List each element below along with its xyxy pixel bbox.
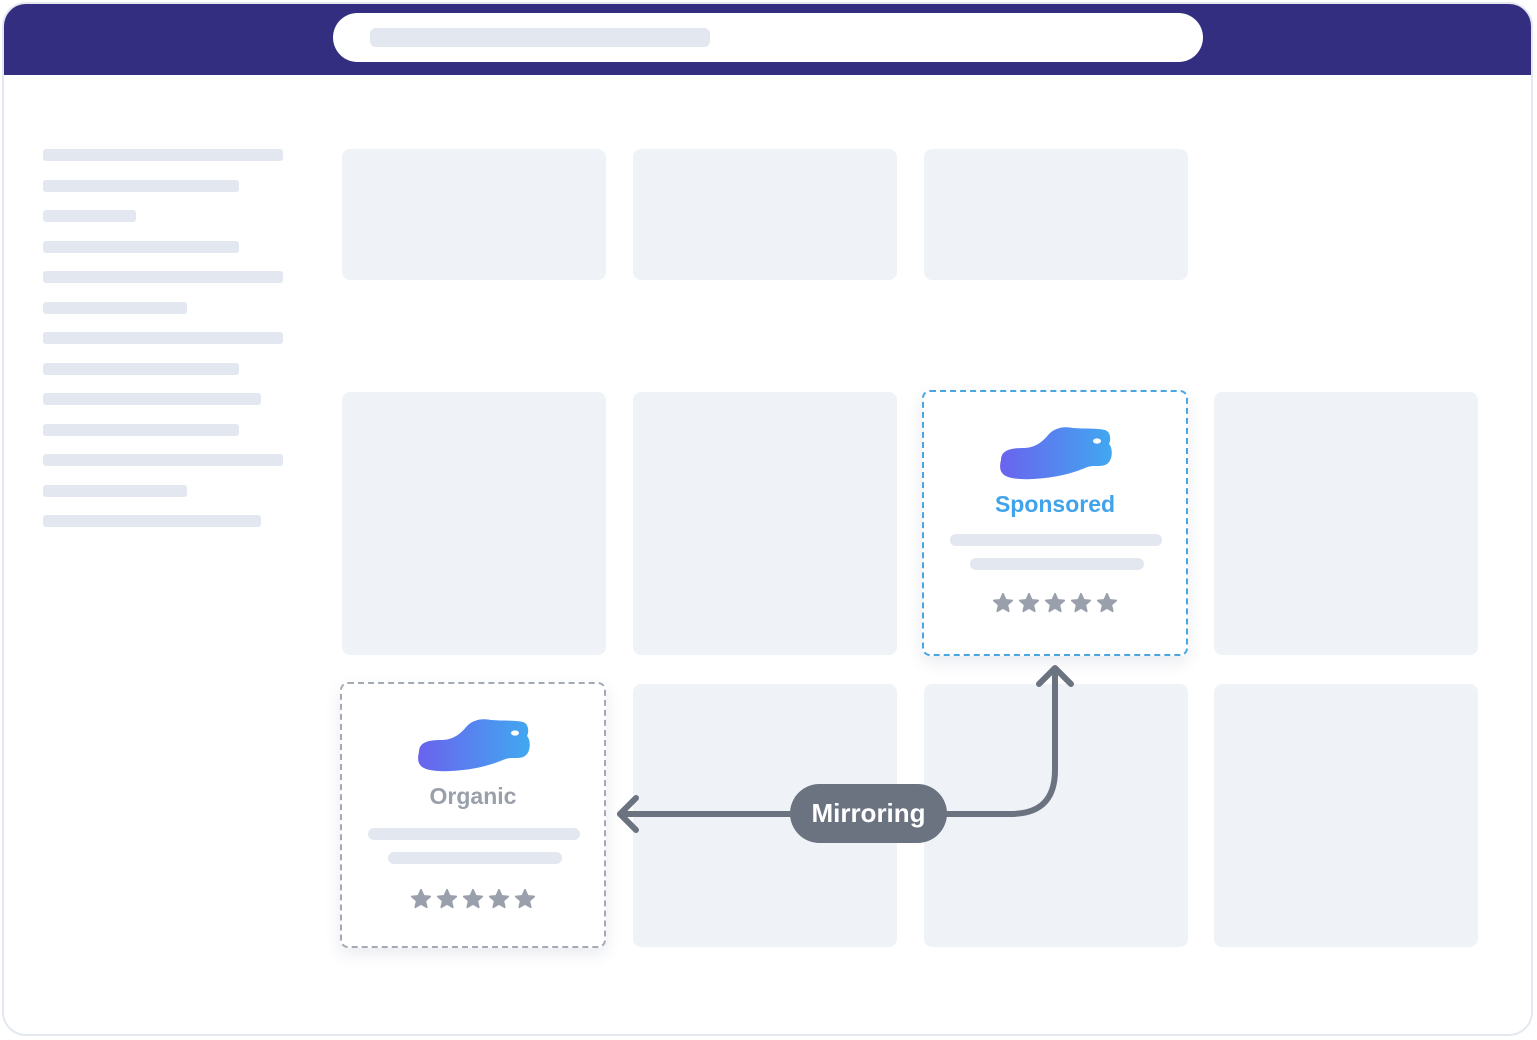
sidebar-item[interactable] [43,180,239,192]
mirroring-badge: Mirroring [790,784,947,843]
banner-tile[interactable] [342,149,606,280]
rating-stars [924,592,1186,618]
sidebar-item[interactable] [43,302,187,314]
sponsored-product-card[interactable]: Sponsored [922,390,1188,656]
sidebar-item[interactable] [43,363,239,375]
shoe-icon [418,719,530,772]
star-icon [488,888,510,909]
banner-tile[interactable] [633,149,897,280]
star-icon [1096,592,1118,613]
product-tile[interactable] [342,392,606,655]
organic-product-card[interactable]: Organic [340,682,606,948]
product-tile[interactable] [1214,684,1478,947]
banner-tile[interactable] [924,149,1188,280]
search-placeholder [370,28,710,47]
sidebar-item[interactable] [43,210,136,222]
star-icon [1070,592,1092,613]
product-title-line [950,534,1162,546]
product-price-line [388,852,562,864]
product-tile[interactable] [924,684,1188,947]
product-price-line [970,558,1144,570]
rating-stars [342,888,604,914]
product-tile[interactable] [633,392,897,655]
shoe-icon [1000,427,1112,480]
sidebar-item[interactable] [43,149,283,161]
sidebar-item[interactable] [43,271,283,283]
organic-label: Organic [429,783,517,809]
sidebar-item[interactable] [43,332,283,344]
star-icon [410,888,432,909]
sidebar-item[interactable] [43,393,261,405]
browser-window: Sponsored Organic [2,2,1533,1036]
star-icon [992,592,1014,613]
product-tile[interactable] [1214,392,1478,655]
sponsored-label: Sponsored [994,491,1116,517]
product-title-line [368,828,580,840]
sidebar-item[interactable] [43,454,283,466]
star-icon [1018,592,1040,613]
sidebar-item[interactable] [43,424,239,436]
search-input[interactable] [333,13,1203,62]
sidebar-item[interactable] [43,485,187,497]
star-icon [514,888,536,909]
star-icon [462,888,484,909]
sidebar-item[interactable] [43,241,239,253]
top-navigation-bar [4,4,1531,75]
sidebar-item[interactable] [43,515,261,527]
star-icon [436,888,458,909]
star-icon [1044,592,1066,613]
